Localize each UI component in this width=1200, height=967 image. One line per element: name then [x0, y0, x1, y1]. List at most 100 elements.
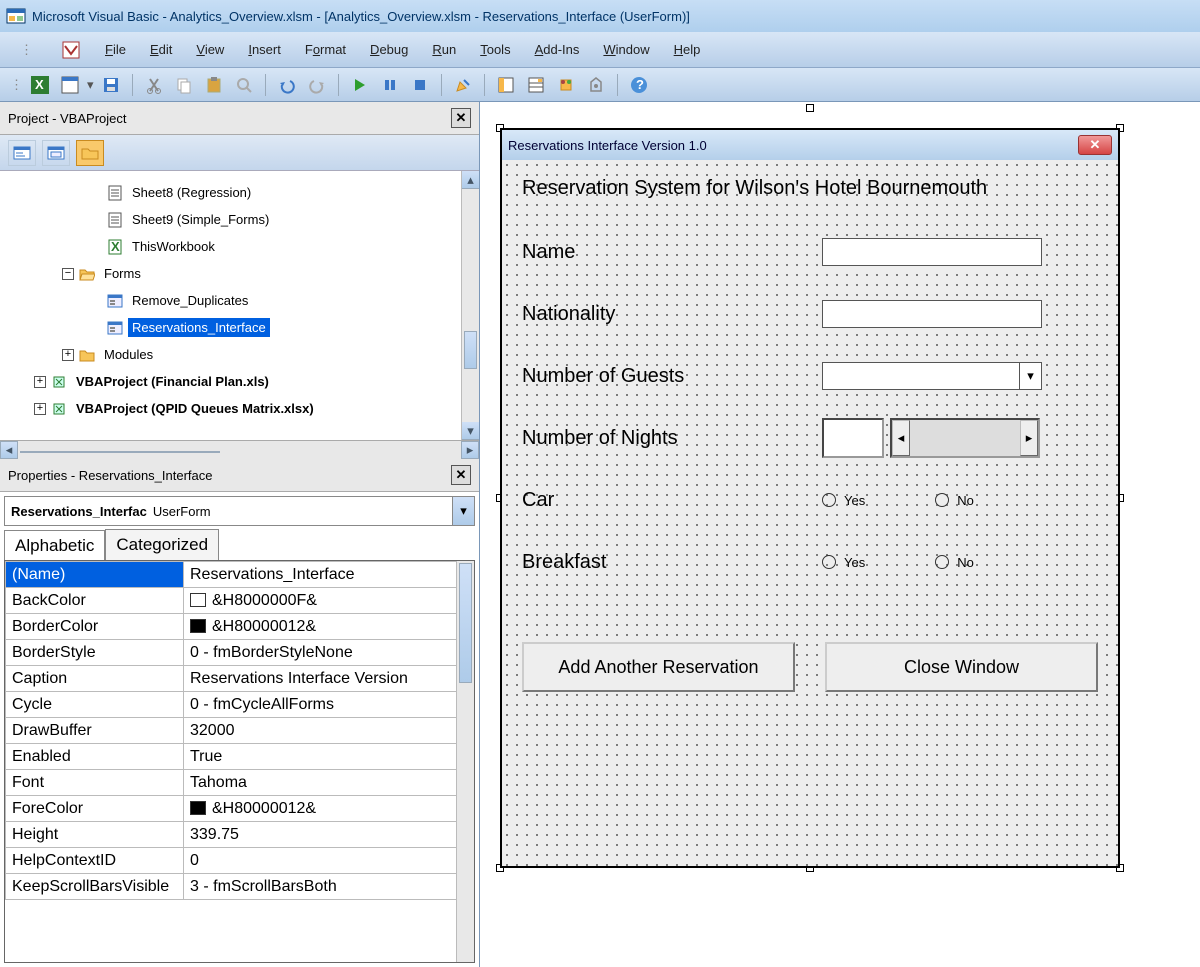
- menu-run[interactable]: Run: [432, 42, 456, 57]
- tree-item[interactable]: +VBAProject (QPID Queues Matrix.xlsx): [6, 395, 479, 422]
- property-row[interactable]: BorderStyle0 - fmBorderStyleNone: [6, 640, 474, 666]
- project-toolbar: [0, 135, 479, 171]
- object-selector[interactable]: Reservations_Interfac UserForm ▾: [4, 496, 475, 526]
- tree-vscrollbar[interactable]: ▴ ▾: [461, 171, 479, 440]
- project-panel-close-icon[interactable]: ✕: [451, 108, 471, 128]
- menu-debug[interactable]: Debug: [370, 42, 408, 57]
- breakfast-no-radio[interactable]: No: [935, 555, 974, 570]
- scroll-up-icon[interactable]: ▴: [462, 171, 479, 189]
- vba-menu-icon: [61, 40, 81, 60]
- property-row[interactable]: CaptionReservations Interface Version: [6, 666, 474, 692]
- arrow-left-icon[interactable]: ◂: [892, 420, 910, 456]
- tree-item[interactable]: +VBAProject (Financial Plan.xls): [6, 368, 479, 395]
- tree-item[interactable]: Sheet8 (Regression): [6, 179, 479, 206]
- tree-item[interactable]: XThisWorkbook: [6, 233, 479, 260]
- view-code-icon[interactable]: [8, 140, 36, 166]
- chevron-down-icon[interactable]: ▾: [452, 497, 474, 525]
- properties-panel-title: Properties - Reservations_Interface: [8, 468, 212, 483]
- tree-item[interactable]: Remove_Duplicates: [6, 287, 479, 314]
- insert-userform-icon[interactable]: [57, 72, 83, 98]
- label-nationality: Nationality: [522, 303, 822, 326]
- resize-handle[interactable]: [806, 104, 814, 112]
- break-icon[interactable]: [377, 72, 403, 98]
- copy-icon[interactable]: [171, 72, 197, 98]
- undo-icon[interactable]: [274, 72, 300, 98]
- help-icon[interactable]: ?: [626, 72, 652, 98]
- excel-icon[interactable]: X: [27, 72, 53, 98]
- run-icon[interactable]: [347, 72, 373, 98]
- find-icon[interactable]: [231, 72, 257, 98]
- tree-item[interactable]: Reservations_Interface: [6, 314, 479, 341]
- reset-icon[interactable]: [407, 72, 433, 98]
- menu-addins[interactable]: Add-Ins: [535, 42, 580, 57]
- property-row[interactable]: KeepScrollBarsVisible3 - fmScrollBarsBot…: [6, 874, 474, 900]
- tab-alphabetic[interactable]: Alphabetic: [4, 530, 105, 561]
- menu-edit[interactable]: Edit: [150, 42, 172, 57]
- hscroll-thumb[interactable]: [20, 451, 220, 453]
- cut-icon[interactable]: [141, 72, 167, 98]
- view-object-icon[interactable]: [42, 140, 70, 166]
- property-row[interactable]: EnabledTrue: [6, 744, 474, 770]
- userform-titlebar[interactable]: Reservations Interface Version 1.0 ✕: [502, 130, 1118, 160]
- menu-format[interactable]: Format: [305, 42, 346, 57]
- car-yes-radio[interactable]: Yes: [822, 493, 865, 508]
- project-tree[interactable]: Sheet8 (Regression)Sheet9 (Simple_Forms)…: [0, 171, 479, 441]
- nights-scrollbar[interactable]: ◂ ▸: [890, 418, 1040, 458]
- menu-tools[interactable]: Tools: [480, 42, 510, 57]
- breakfast-yes-radio[interactable]: Yes: [822, 555, 865, 570]
- object-browser-icon[interactable]: [553, 72, 579, 98]
- tree-item[interactable]: +Modules: [6, 341, 479, 368]
- arrow-right-icon[interactable]: ▸: [1020, 420, 1038, 456]
- property-row[interactable]: HelpContextID0: [6, 848, 474, 874]
- save-icon[interactable]: [98, 72, 124, 98]
- scroll-right-icon[interactable]: ▸: [461, 441, 479, 459]
- chevron-down-icon[interactable]: ▾: [1019, 363, 1041, 389]
- menu-view[interactable]: View: [196, 42, 224, 57]
- property-row[interactable]: DrawBuffer32000: [6, 718, 474, 744]
- car-no-radio[interactable]: No: [935, 493, 974, 508]
- scroll-thumb[interactable]: [464, 331, 477, 369]
- properties-panel-close-icon[interactable]: ✕: [451, 465, 471, 485]
- scroll-left-icon[interactable]: ◂: [0, 441, 18, 459]
- tree-item[interactable]: Sheet9 (Simple_Forms): [6, 206, 479, 233]
- userform[interactable]: Reservations Interface Version 1.0 ✕ Res…: [500, 128, 1120, 868]
- tree-item[interactable]: −Forms: [6, 260, 479, 287]
- tab-categorized[interactable]: Categorized: [105, 529, 219, 560]
- grid-scroll-thumb[interactable]: [459, 563, 472, 683]
- property-row[interactable]: Height339.75: [6, 822, 474, 848]
- userform-caption: Reservations Interface Version 1.0: [508, 138, 707, 153]
- property-row[interactable]: BorderColor&H80000012&: [6, 614, 474, 640]
- toggle-folders-icon[interactable]: [76, 140, 104, 166]
- nationality-input[interactable]: [822, 300, 1042, 328]
- properties-icon[interactable]: [523, 72, 549, 98]
- add-reservation-button[interactable]: Add Another Reservation: [522, 642, 795, 692]
- label-car: Car: [522, 489, 822, 512]
- nights-textbox[interactable]: [822, 418, 884, 458]
- menu-insert[interactable]: Insert: [248, 42, 281, 57]
- properties-grid[interactable]: (Name)Reservations_InterfaceBackColor&H8…: [4, 560, 475, 963]
- name-input[interactable]: [822, 238, 1042, 266]
- menu-file[interactable]: File: [105, 42, 126, 57]
- toolbox-icon[interactable]: [583, 72, 609, 98]
- paste-icon[interactable]: [201, 72, 227, 98]
- close-window-button[interactable]: Close Window: [825, 642, 1098, 692]
- menu-help[interactable]: Help: [674, 42, 701, 57]
- design-mode-icon[interactable]: [450, 72, 476, 98]
- property-row[interactable]: BackColor&H8000000F&: [6, 588, 474, 614]
- form-designer[interactable]: Reservations Interface Version 1.0 ✕ Res…: [500, 108, 1150, 917]
- userform-close-icon[interactable]: ✕: [1078, 135, 1112, 155]
- menu-window[interactable]: Window: [603, 42, 649, 57]
- redo-icon[interactable]: [304, 72, 330, 98]
- svg-text:X: X: [111, 239, 120, 254]
- property-row[interactable]: FontTahoma: [6, 770, 474, 796]
- grid-vscrollbar[interactable]: [456, 561, 474, 962]
- svg-text:?: ?: [636, 77, 644, 92]
- tree-hscrollbar[interactable]: ◂ ▸: [0, 441, 479, 459]
- svg-text:X: X: [35, 77, 44, 92]
- project-explorer-icon[interactable]: [493, 72, 519, 98]
- property-row[interactable]: Cycle0 - fmCycleAllForms: [6, 692, 474, 718]
- property-row[interactable]: ForeColor&H80000012&: [6, 796, 474, 822]
- scroll-down-icon[interactable]: ▾: [462, 422, 479, 440]
- guests-combobox[interactable]: ▾: [822, 362, 1042, 390]
- property-row[interactable]: (Name)Reservations_Interface: [6, 562, 474, 588]
